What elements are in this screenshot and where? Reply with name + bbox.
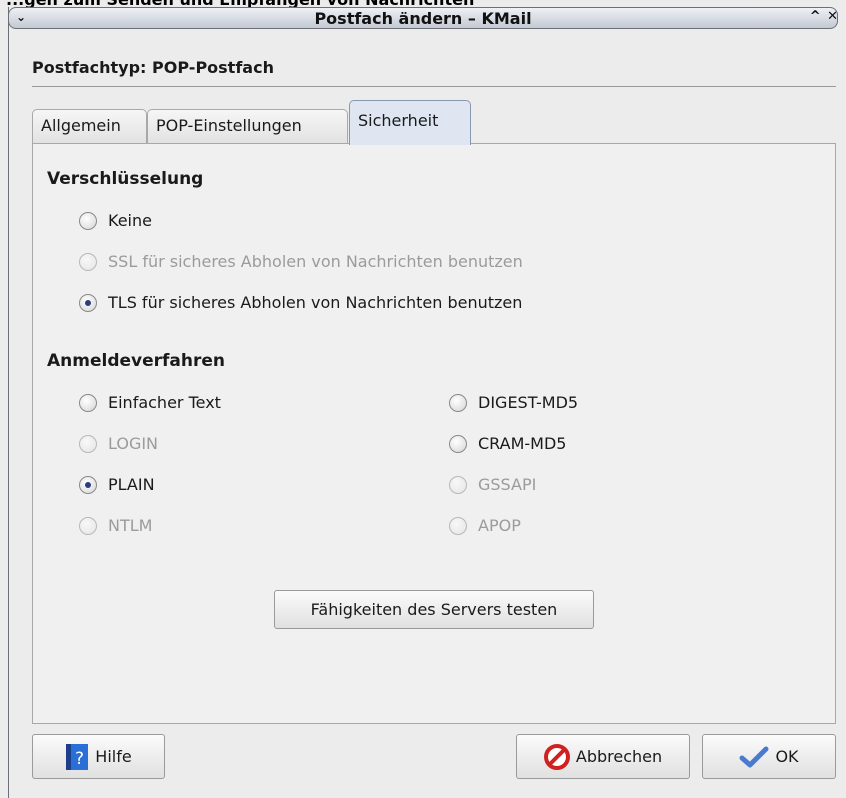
checkmark-icon	[739, 745, 769, 769]
radio-indicator	[79, 393, 97, 412]
radio-encryption-ssl[interactable]: SSL für sicheres Abholen von Nachrichten…	[79, 252, 523, 271]
radio-indicator	[79, 211, 97, 230]
account-type-label: Postfachtyp: POP-Postfach	[32, 58, 274, 77]
dialog-window: ⌄ Postfach ändern – KMail ^ ✕ Postfachty…	[0, 7, 846, 798]
radio-indicator	[449, 393, 467, 412]
radio-indicator	[449, 434, 467, 453]
radio-auth-digest-md5[interactable]: DIGEST-MD5	[449, 393, 578, 412]
help-button[interactable]: ? Hilfe	[32, 734, 165, 779]
window-controls-icon[interactable]: ^ ✕	[810, 9, 839, 24]
radio-auth-cram-md5[interactable]: CRAM-MD5	[449, 434, 566, 453]
radio-label: Keine	[108, 211, 152, 230]
window-left-border	[8, 7, 9, 798]
radio-label: Einfacher Text	[108, 393, 221, 412]
tab-pop-einstellungen[interactable]: POP-Einstellungen	[147, 109, 348, 143]
tab-allgemein[interactable]: Allgemein	[32, 109, 147, 143]
radio-label: NTLM	[108, 516, 153, 535]
radio-auth-plain-text[interactable]: Einfacher Text	[79, 393, 221, 412]
radio-indicator	[79, 252, 97, 271]
security-tab-panel: Verschlüsselung Keine SSL für sicheres A…	[32, 143, 836, 724]
help-book-icon: ?	[65, 743, 89, 771]
radio-label: CRAM-MD5	[478, 434, 567, 453]
button-label: Hilfe	[95, 747, 132, 766]
svg-text:?: ?	[75, 749, 84, 769]
radio-indicator	[79, 293, 97, 312]
radio-indicator	[79, 516, 97, 535]
title-bar[interactable]: ⌄ Postfach ändern – KMail ^ ✕	[8, 7, 838, 29]
auth-section-title: Anmeldeverfahren	[47, 351, 226, 371]
button-label: OK	[775, 747, 799, 766]
separator	[32, 86, 836, 87]
ok-button[interactable]: OK	[702, 734, 836, 779]
radio-indicator	[449, 516, 467, 535]
radio-indicator	[79, 434, 97, 453]
radio-auth-gssapi[interactable]: GSSAPI	[449, 475, 536, 494]
radio-indicator	[449, 475, 467, 494]
radio-label: TLS für sicheres Abholen von Nachrichten…	[108, 293, 523, 312]
radio-auth-ntlm[interactable]: NTLM	[79, 516, 152, 535]
radio-label: LOGIN	[108, 434, 159, 453]
test-server-capabilities-button[interactable]: Fähigkeiten des Servers testen	[274, 590, 594, 629]
radio-encryption-none[interactable]: Keine	[79, 211, 152, 230]
radio-label: PLAIN	[108, 475, 155, 494]
radio-label: SSL für sicheres Abholen von Nachrichten…	[108, 252, 523, 271]
radio-label: APOP	[478, 516, 521, 535]
radio-label: GSSAPI	[478, 475, 537, 494]
cancel-icon	[543, 743, 570, 770]
cancel-button[interactable]: Abbrechen	[516, 734, 690, 779]
window-title: Postfach ändern – KMail	[314, 9, 532, 28]
radio-auth-apop[interactable]: APOP	[449, 516, 521, 535]
radio-auth-plain[interactable]: PLAIN	[79, 475, 155, 494]
radio-indicator	[79, 475, 97, 494]
tab-sicherheit[interactable]: Sicherheit	[349, 100, 471, 145]
radio-label: DIGEST-MD5	[478, 393, 579, 412]
radio-encryption-tls[interactable]: TLS für sicheres Abholen von Nachrichten…	[79, 293, 522, 312]
button-label: Fähigkeiten des Servers testen	[310, 600, 558, 619]
button-label: Abbrechen	[575, 747, 663, 766]
radio-auth-login[interactable]: LOGIN	[79, 434, 158, 453]
encryption-section-title: Verschlüsselung	[47, 169, 204, 189]
